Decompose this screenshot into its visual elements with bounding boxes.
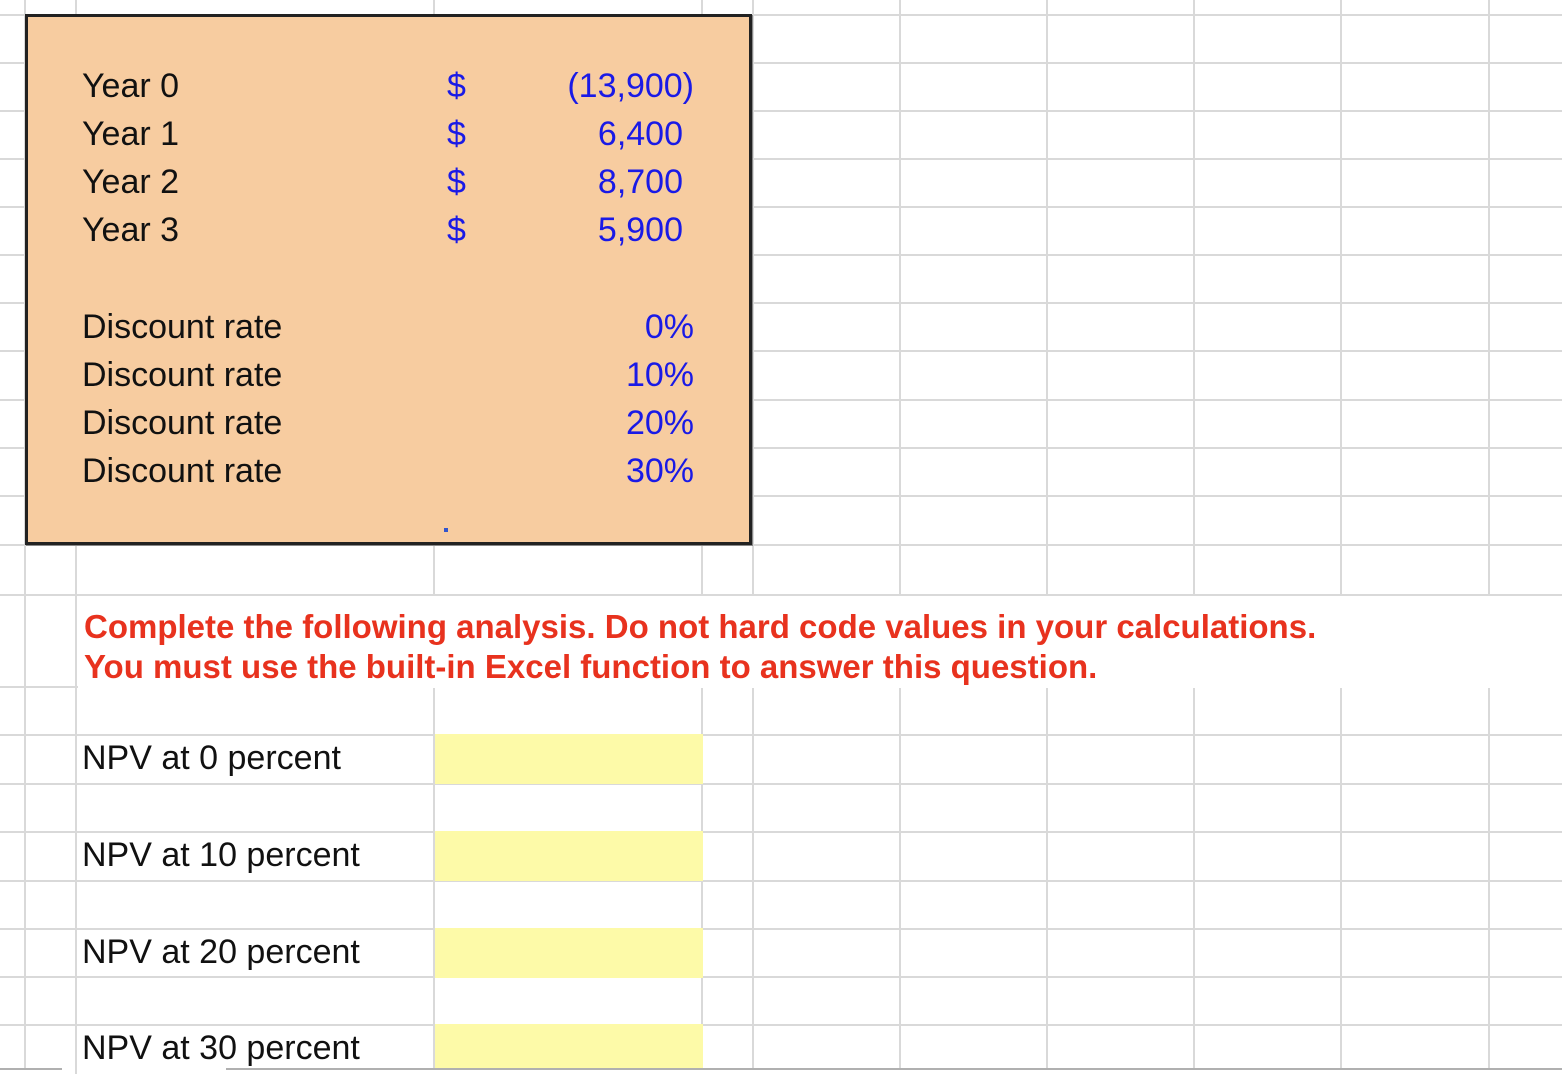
gridline [1046, 0, 1048, 1074]
npv-answer-cell[interactable] [435, 831, 703, 881]
npv-answer-cell[interactable] [435, 734, 703, 784]
horizontal-scrollbar-left[interactable] [0, 1068, 62, 1074]
instruction-line-2: You must use the built-in Excel function… [84, 648, 1098, 685]
currency-symbol: $ [447, 115, 466, 153]
cash-flow-label[interactable]: Year 2 [82, 158, 179, 206]
cash-flow-label[interactable]: Year 1 [82, 110, 179, 158]
cash-flow-value[interactable]: 6,400 [598, 110, 683, 158]
discount-rate-value[interactable]: 20% [626, 399, 694, 447]
cash-flow-value[interactable]: (13,900) [567, 62, 694, 110]
currency-symbol: $ [447, 67, 466, 105]
cash-flow-label[interactable]: Year 3 [82, 206, 179, 254]
gridline [0, 976, 1562, 978]
cash-flow-value[interactable]: 8,700 [598, 158, 683, 206]
currency-symbol: $ [447, 211, 466, 249]
horizontal-scrollbar[interactable] [226, 1068, 1562, 1074]
currency-symbol: $ [447, 163, 466, 201]
discount-rate-label[interactable]: Discount rate [82, 447, 282, 495]
discount-rate-value[interactable]: 30% [626, 447, 694, 495]
gridline [0, 880, 1562, 882]
cash-flow-value[interactable]: 5,900 [598, 206, 683, 254]
cell-marker [444, 528, 448, 532]
npv-answer-cell[interactable] [435, 928, 703, 978]
instruction-line-1: Complete the following analysis. Do not … [84, 608, 1317, 645]
npv-label[interactable]: NPV at 30 percent [82, 1024, 360, 1072]
npv-label[interactable]: NPV at 0 percent [82, 734, 341, 782]
discount-rate-label[interactable]: Discount rate [82, 351, 282, 399]
discount-rate-label[interactable]: Discount rate [82, 303, 282, 351]
discount-rate-value[interactable]: 0% [645, 303, 694, 351]
gridline [752, 0, 754, 1074]
gridline [0, 783, 1562, 785]
npv-answer-cell[interactable] [435, 1024, 703, 1074]
discount-rate-value[interactable]: 10% [626, 351, 694, 399]
cash-flow-label[interactable]: Year 0 [82, 62, 179, 110]
spreadsheet-grid[interactable]: Year 0 $ (13,900) Year 1 $ 6,400 Year 2 … [0, 0, 1562, 1074]
gridline [1488, 0, 1490, 1074]
npv-label[interactable]: NPV at 10 percent [82, 831, 360, 879]
npv-label[interactable]: NPV at 20 percent [82, 928, 360, 976]
gridline [899, 0, 901, 1074]
gridline [1193, 0, 1195, 1074]
gridline [1340, 0, 1342, 1074]
discount-rate-label[interactable]: Discount rate [82, 399, 282, 447]
